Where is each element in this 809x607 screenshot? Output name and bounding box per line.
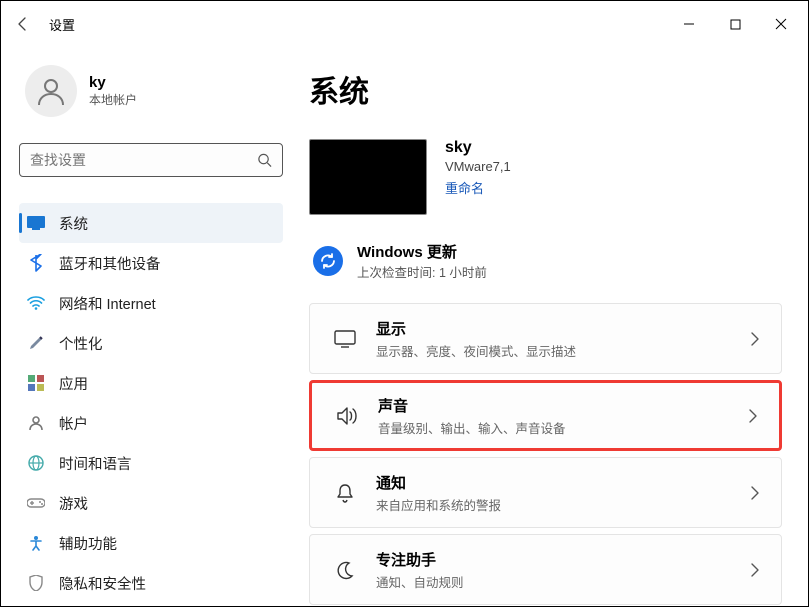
minimize-icon [683, 18, 695, 30]
window-title: 设置 [49, 15, 75, 34]
device-block: sky VMware7,1 重命名 [309, 139, 782, 215]
chevron-right-icon [751, 563, 759, 577]
back-button[interactable] [5, 6, 41, 42]
gamepad-icon [27, 494, 45, 512]
monitor-icon [332, 330, 358, 348]
card-sound[interactable]: 声音 音量级别、输出、输入、声音设备 [309, 380, 782, 451]
bluetooth-icon [27, 254, 45, 272]
update-title: Windows 更新 [357, 241, 487, 262]
sidebar: ky 本地帐户 系统 蓝牙和其他设备 [1, 47, 301, 606]
nav-label: 帐户 [59, 413, 88, 434]
nav-item-bluetooth[interactable]: 蓝牙和其他设备 [19, 243, 283, 283]
close-icon [775, 18, 787, 30]
rename-link[interactable]: 重命名 [445, 178, 511, 197]
minimize-button[interactable] [666, 8, 712, 40]
nav-label: 应用 [59, 373, 88, 394]
avatar [25, 65, 77, 117]
nav-label: 个性化 [59, 333, 103, 354]
nav-item-system[interactable]: 系统 [19, 203, 283, 243]
card-title: 显示 [376, 318, 733, 339]
shield-icon [27, 574, 45, 592]
nav-item-privacy[interactable]: 隐私和安全性 [19, 563, 283, 603]
card-desc: 来自应用和系统的警报 [376, 495, 733, 514]
nav-label: 隐私和安全性 [59, 573, 146, 594]
close-button[interactable] [758, 8, 804, 40]
brush-icon [27, 334, 45, 352]
card-desc: 显示器、亮度、夜间模式、显示描述 [376, 341, 733, 360]
nav-label: 辅助功能 [59, 533, 117, 554]
bell-icon [332, 483, 358, 503]
settings-window: 设置 ky 本地帐户 [0, 0, 809, 607]
card-desc: 音量级别、输出、输入、声音设备 [378, 418, 731, 437]
nav-label: 游戏 [59, 493, 88, 514]
nav-label: 时间和语言 [59, 453, 132, 474]
nav-item-time-language[interactable]: 时间和语言 [19, 443, 283, 483]
profile-block[interactable]: ky 本地帐户 [19, 47, 283, 143]
moon-icon [332, 560, 358, 580]
wifi-icon [27, 294, 45, 312]
nav-label: 网络和 Internet [59, 293, 156, 314]
account-icon [27, 414, 45, 432]
device-name: sky [445, 139, 511, 157]
card-display[interactable]: 显示 显示器、亮度、夜间模式、显示描述 [309, 303, 782, 374]
sync-icon [313, 246, 343, 276]
card-title: 专注助手 [376, 549, 733, 570]
card-title: 声音 [378, 395, 731, 416]
arrow-left-icon [15, 16, 31, 32]
accessibility-icon [27, 534, 45, 552]
apps-icon [27, 374, 45, 392]
nav-label: 系统 [59, 213, 88, 234]
nav-item-accessibility[interactable]: 辅助功能 [19, 523, 283, 563]
person-icon [35, 75, 67, 107]
maximize-icon [730, 19, 741, 30]
search-input[interactable] [30, 152, 248, 168]
card-title: 通知 [376, 472, 733, 493]
nav-item-apps[interactable]: 应用 [19, 363, 283, 403]
nav-item-gaming[interactable]: 游戏 [19, 483, 283, 523]
nav-item-accounts[interactable]: 帐户 [19, 403, 283, 443]
system-icon [27, 214, 45, 232]
settings-card-list: 显示 显示器、亮度、夜间模式、显示描述 声音 音量级别、输出、输入、声音设备 [309, 303, 782, 606]
device-thumbnail [309, 139, 427, 215]
card-notifications[interactable]: 通知 来自应用和系统的警报 [309, 457, 782, 528]
chevron-right-icon [751, 486, 759, 500]
profile-subtitle: 本地帐户 [89, 91, 137, 108]
device-model: VMware7,1 [445, 159, 511, 174]
nav-label: 蓝牙和其他设备 [59, 253, 161, 274]
titlebar: 设置 [1, 1, 808, 47]
maximize-button[interactable] [712, 8, 758, 40]
search-icon [257, 153, 272, 168]
chevron-right-icon [749, 409, 757, 423]
card-focus-assist[interactable]: 专注助手 通知、自动规则 [309, 534, 782, 605]
profile-name: ky [89, 74, 137, 91]
nav-item-network[interactable]: 网络和 Internet [19, 283, 283, 323]
search-box[interactable] [19, 143, 283, 177]
nav-item-personalization[interactable]: 个性化 [19, 323, 283, 363]
nav-list: 系统 蓝牙和其他设备 网络和 Internet 个性化 应用 [19, 203, 283, 603]
globe-icon [27, 454, 45, 472]
chevron-right-icon [751, 332, 759, 346]
update-status: 上次检查时间: 1 小时前 [357, 262, 487, 281]
windows-update-tile[interactable]: Windows 更新 上次检查时间: 1 小时前 [309, 233, 782, 303]
card-desc: 通知、自动规则 [376, 572, 733, 591]
speaker-icon [334, 406, 360, 426]
page-title: 系统 [309, 67, 782, 111]
main-content: 系统 sky VMware7,1 重命名 Windows 更新 上次检查时间: … [301, 47, 808, 606]
